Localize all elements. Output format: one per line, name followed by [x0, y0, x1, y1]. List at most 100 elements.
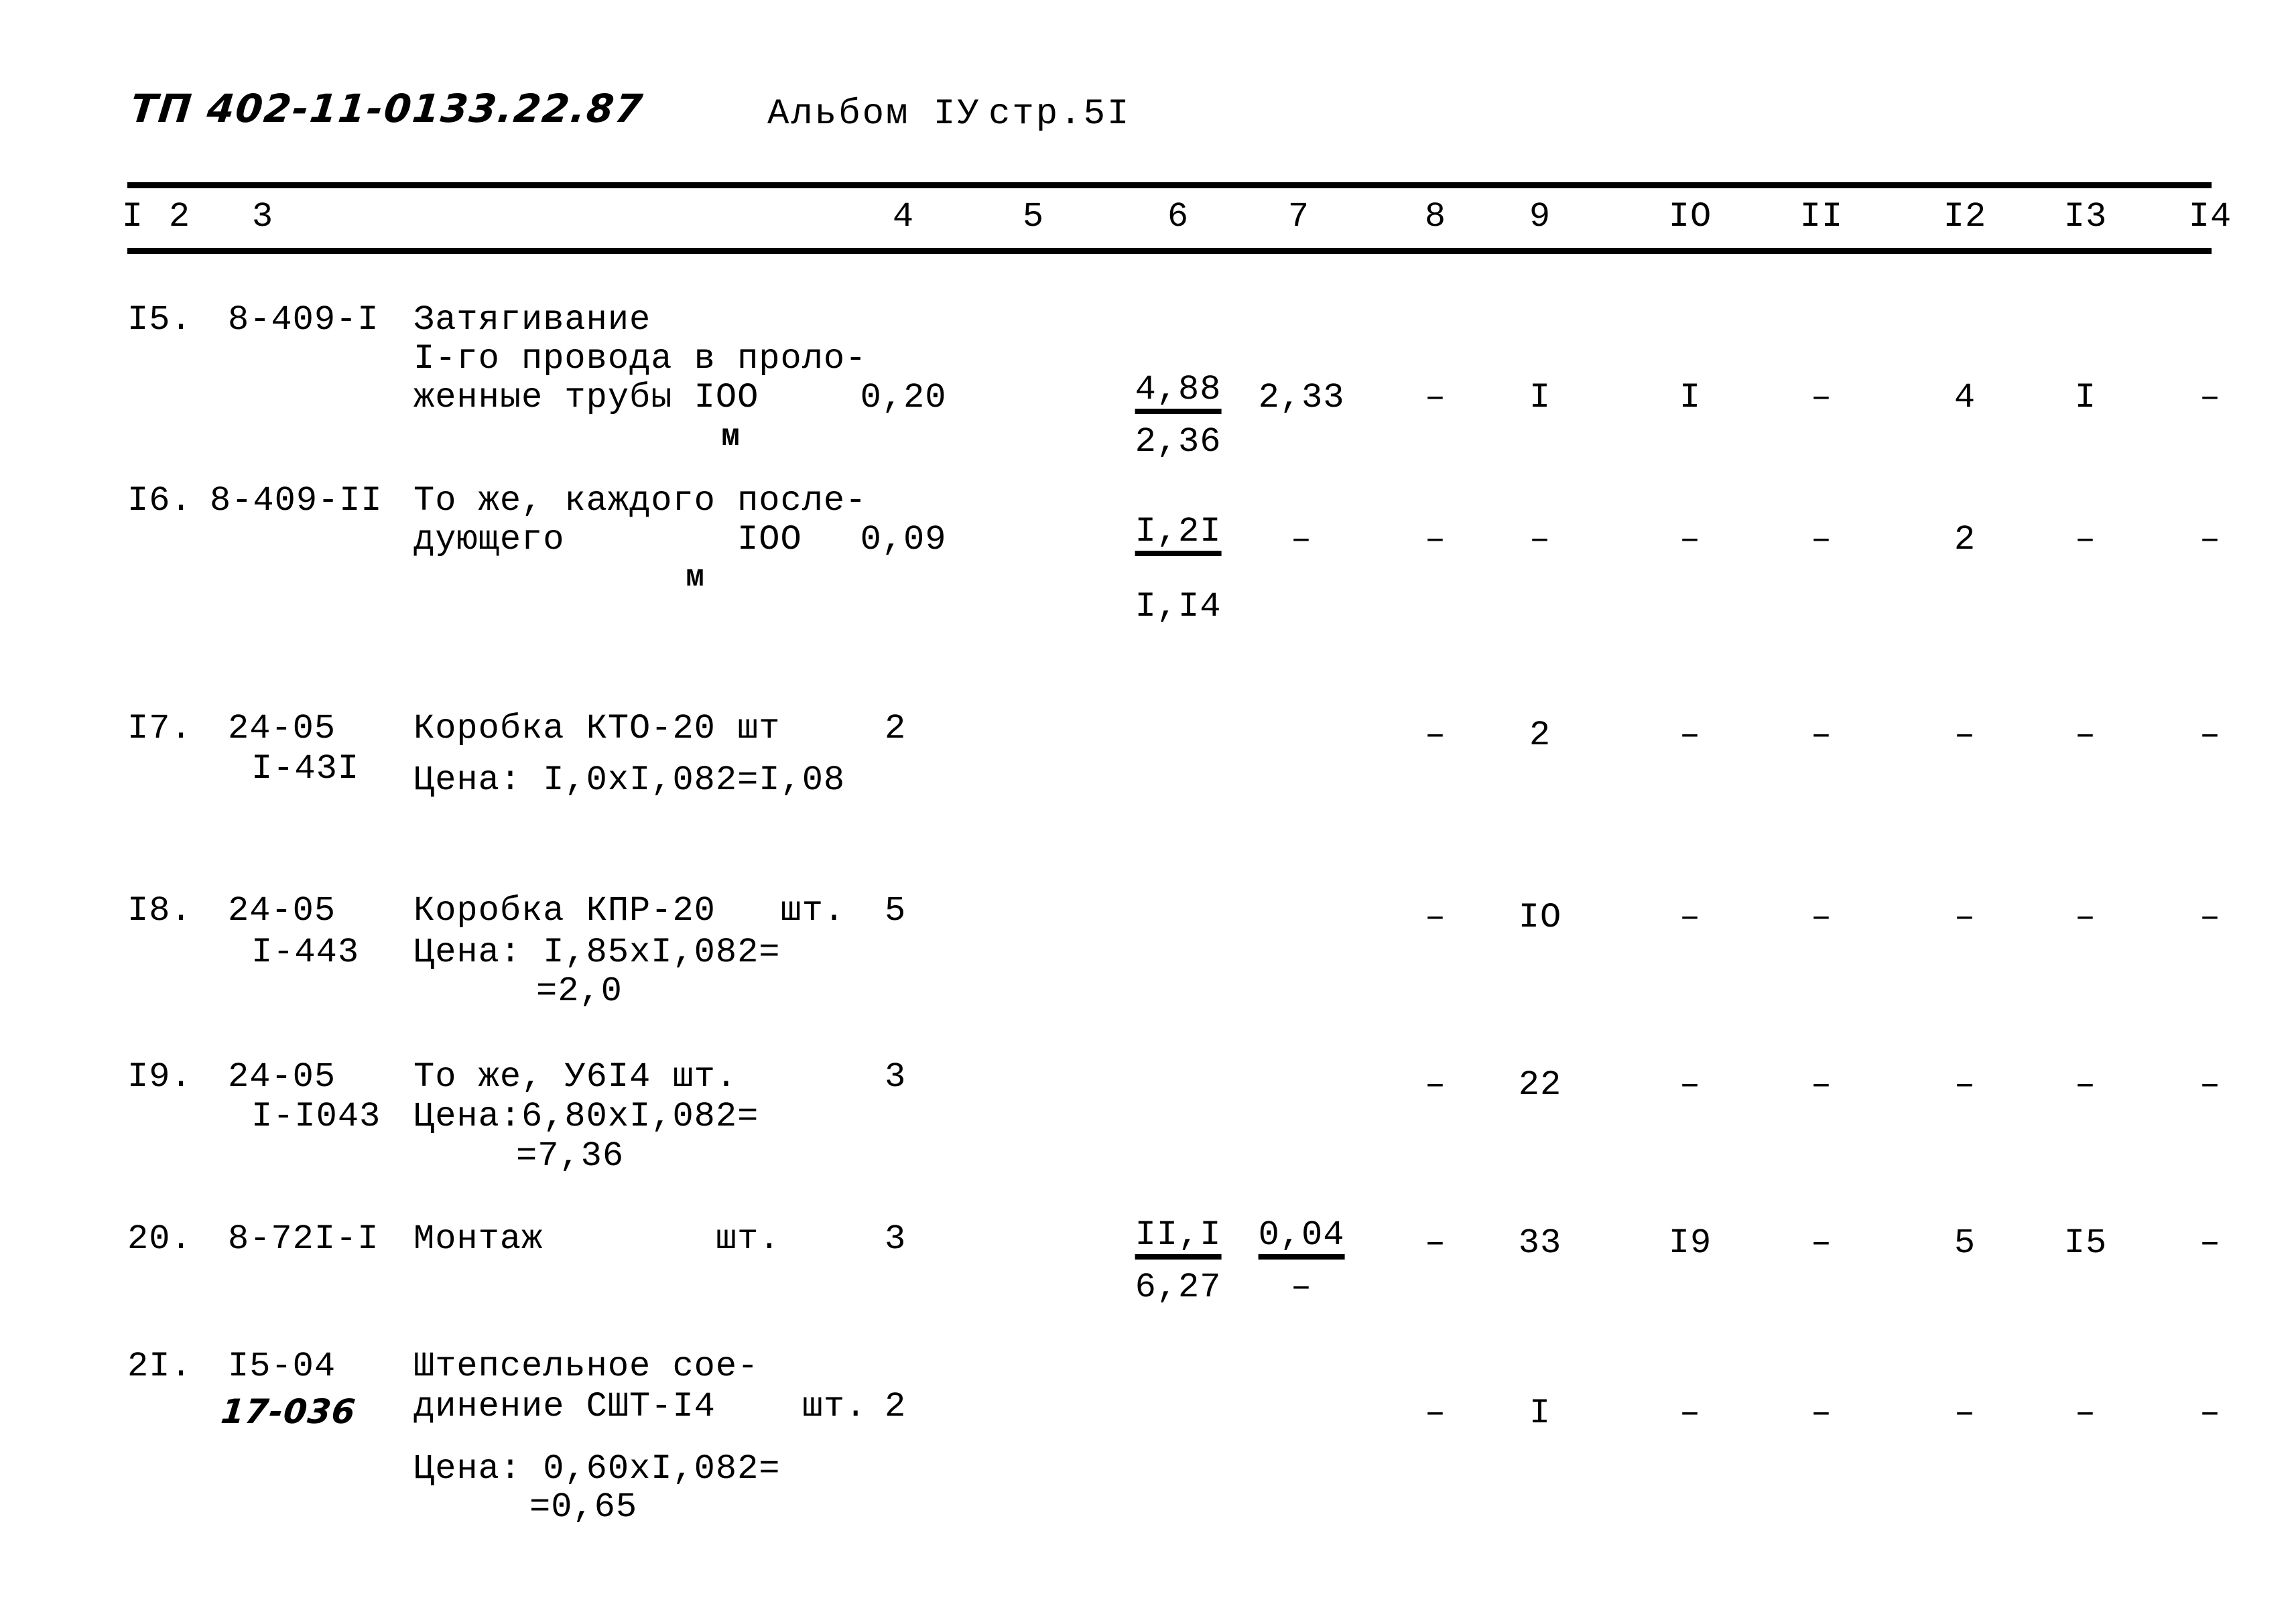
row-col10: –	[1679, 1394, 1702, 1433]
table-row: 2I.	[127, 1347, 192, 1386]
row-col12: 4	[1954, 378, 1976, 417]
row-col11: –	[1810, 378, 1833, 417]
column-header-3: 3	[251, 197, 274, 236]
row-col14: –	[2199, 716, 2222, 755]
row-col6-fraction: I,2I I,I4	[1135, 515, 1222, 624]
column-header-11: II	[1799, 197, 1844, 236]
row-price-line: Цена: 0,60xI,082=	[413, 1449, 781, 1489]
row-col8: –	[1424, 1223, 1447, 1263]
row-col8: –	[1424, 1394, 1447, 1433]
column-header-9: 9	[1529, 197, 1551, 236]
column-header-8: 8	[1424, 197, 1447, 236]
column-header-7: 7	[1287, 197, 1310, 236]
row-col7: 2,33	[1258, 378, 1345, 417]
row-col8: –	[1424, 520, 1447, 559]
row-col14: –	[2199, 520, 2222, 559]
row-col8: –	[1424, 716, 1447, 755]
column-header-4: 4	[892, 197, 915, 236]
row-col12: –	[1954, 1065, 1976, 1105]
table-rule-bottom	[127, 248, 2212, 254]
row-col13: –	[2074, 716, 2097, 755]
column-header-1: I	[121, 197, 144, 236]
row-col8: –	[1424, 898, 1447, 937]
column-header-14: I4	[2188, 197, 2232, 236]
row-col10: –	[1679, 716, 1702, 755]
row-col14: –	[2199, 378, 2222, 417]
row-col9: I	[1529, 1394, 1551, 1433]
row-description-line: Монтаж шт.	[413, 1219, 781, 1259]
row-price-line: Цена:6,80xI,082=	[413, 1097, 759, 1136]
row-col11: –	[1810, 716, 1833, 755]
row-col14: –	[2199, 1065, 2222, 1105]
row-description-line: I-го провода в проло-	[413, 339, 867, 379]
row-code-secondary: 17-036	[218, 1392, 358, 1431]
row-col4: 2	[885, 709, 907, 748]
column-header-2: 2	[168, 197, 191, 236]
row-col8: –	[1424, 378, 1447, 417]
row-code: 24-05	[228, 709, 336, 748]
row-code-secondary: I-443	[251, 933, 360, 972]
row-col11: –	[1810, 898, 1833, 937]
table-row: I7.	[127, 709, 192, 748]
fraction-denominator: I,I4	[1135, 587, 1222, 626]
row-col12: 2	[1954, 520, 1976, 559]
table-row: I8.	[127, 891, 192, 931]
row-col14: –	[2199, 1223, 2222, 1263]
fraction-numerator: 4,88	[1135, 373, 1222, 414]
document-page: ТП 402-11-0133.22.87 Альбом IУ стр.5I I …	[0, 0, 2296, 1622]
row-code: 8-409-I	[228, 300, 379, 340]
row-code-secondary: I-I043	[251, 1097, 381, 1136]
table-row: I5.	[127, 300, 192, 340]
row-col9: 22	[1518, 1065, 1562, 1105]
column-header-6: 6	[1167, 197, 1190, 236]
row-description-line: Коробка КПР-20 шт.	[413, 891, 846, 931]
table-row: I9.	[127, 1057, 192, 1097]
row-description-line: Штепсельное сое-	[413, 1347, 759, 1386]
row-col12: –	[1954, 1394, 1976, 1433]
row-description-line: женные трубы IOO	[413, 378, 759, 417]
row-col10: I	[1679, 378, 1702, 417]
row-code: I5-04	[228, 1347, 336, 1386]
row-code: 24-05	[228, 891, 336, 931]
row-col14: –	[2199, 1394, 2222, 1433]
row-col12: –	[1954, 716, 1976, 755]
row-code-secondary: I-43I	[251, 749, 360, 789]
row-description-line: То же, каждого после-	[413, 481, 867, 521]
page-label: стр.5I	[988, 94, 1131, 135]
row-price-line: Цена: I,0xI,082=I,08	[413, 760, 846, 800]
row-col9: 33	[1518, 1223, 1562, 1263]
row-col13: I5	[2063, 1223, 2108, 1263]
row-col7: –	[1290, 520, 1313, 559]
row-unit: м	[686, 560, 704, 595]
document-code: ТП 402-11-0133.22.87	[128, 86, 646, 131]
row-col9: IO	[1518, 898, 1562, 937]
row-col13: –	[2074, 898, 2097, 937]
column-header-5: 5	[1022, 197, 1045, 236]
row-col13: –	[2074, 520, 2097, 559]
column-header-13: I3	[2063, 197, 2108, 236]
row-price-line: =2,0	[536, 971, 623, 1011]
fraction-numerator: I,2I	[1135, 515, 1222, 556]
fraction-numerator: II,I	[1135, 1218, 1222, 1260]
fraction-denominator: 2,36	[1135, 422, 1222, 462]
row-col10: I9	[1668, 1223, 1712, 1263]
row-col6-fraction: 4,88 2,36	[1135, 373, 1222, 460]
fraction-numerator: 0,04	[1258, 1218, 1345, 1260]
row-description-line: дующего IOO	[413, 520, 802, 559]
row-col9: –	[1529, 520, 1551, 559]
row-col4: 3	[885, 1219, 907, 1259]
row-col11: –	[1810, 1394, 1833, 1433]
row-col4: 3	[885, 1057, 907, 1097]
row-col13: –	[2074, 1394, 2097, 1433]
row-price-line: =0,65	[529, 1487, 638, 1527]
row-col10: –	[1679, 1065, 1702, 1105]
row-col10: –	[1679, 520, 1702, 559]
row-col4: 2	[885, 1387, 907, 1426]
row-col11: –	[1810, 520, 1833, 559]
row-code: 8-72I-I	[228, 1219, 379, 1259]
row-col4: 5	[885, 891, 907, 931]
row-description-line: То же, У6I4 шт.	[413, 1057, 738, 1097]
row-col10: –	[1679, 898, 1702, 937]
row-col11: –	[1810, 1065, 1833, 1105]
row-unit: м	[721, 419, 740, 454]
